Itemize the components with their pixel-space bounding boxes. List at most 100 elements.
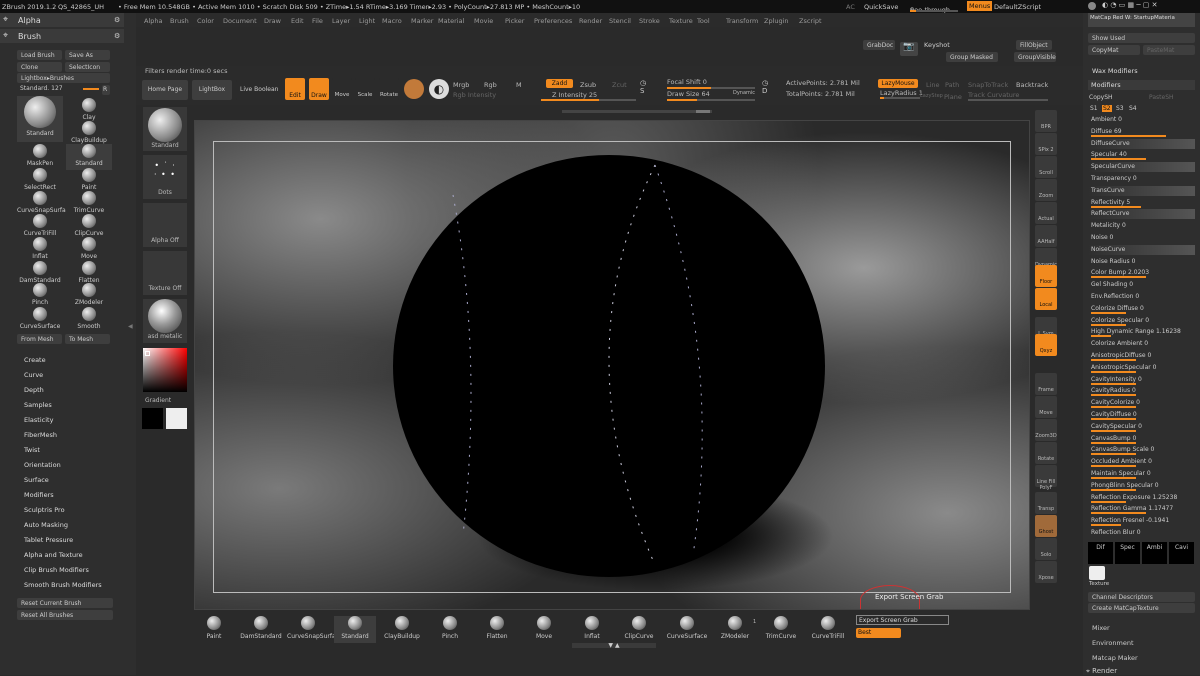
quick-brush-paint[interactable]: Paint [193,616,235,640]
texture-slot-spec[interactable]: Spec [1115,542,1140,564]
home-page-button[interactable]: Home Page [142,80,188,100]
rightbar-aahalf[interactable]: AAHalf [1035,225,1057,247]
menu-file[interactable]: File [312,17,323,25]
brush-slider[interactable] [83,88,99,90]
texture-thumbnail[interactable]: Texture Off [143,251,187,295]
modifier-row[interactable]: Colorize Ambient 0 [1088,339,1195,349]
material-thumbnail[interactable]: asd metalic [143,299,187,343]
r-button[interactable]: R [102,85,110,95]
brush-palette-header[interactable]: Brush [0,29,124,43]
submenu-smooth-brush-modifiers[interactable]: Smooth Brush Modifiers [24,581,102,589]
menu-stencil[interactable]: Stencil [609,17,631,25]
modifier-row[interactable]: CavityRadius 0 [1088,386,1195,397]
quick-brush-inflat[interactable]: Inflat [571,616,613,640]
menu-transform[interactable]: Transform [726,17,758,25]
modifier-row[interactable]: AnisotropicSpecular 0 [1088,363,1195,373]
menu-tool[interactable]: Tool [697,17,710,25]
pastesh-button[interactable]: PasteSH [1149,94,1174,101]
to-mesh-button[interactable]: To Mesh [65,334,110,344]
modifier-row[interactable]: High Dynamic Range 1.16238 [1088,327,1195,338]
menu-macro[interactable]: Macro [382,17,402,25]
modifier-row[interactable]: Env.Reflection 0 [1088,292,1195,302]
rgb-button[interactable]: Rgb [484,81,497,89]
modifier-row[interactable]: CavityIntensity 0 [1088,375,1195,385]
brush-pinch[interactable]: Pinch [17,283,63,309]
brush-zmodeler[interactable]: ZModeler [66,283,112,309]
lazyradius-track[interactable] [880,97,920,99]
quick-brush-curvesurface[interactable]: CurveSurface [666,616,708,640]
quick-brush-move[interactable]: Move [523,616,565,640]
save-as-button[interactable]: Save As [65,50,110,60]
quick-brush-trimcurve[interactable]: TrimCurve [760,616,802,640]
scale-mode-button[interactable]: Scale [355,78,375,100]
rightbar-frame[interactable]: Frame [1035,373,1057,395]
rightbar-zoom[interactable]: Zoom [1035,179,1057,201]
menu-brush[interactable]: Brush [170,17,189,25]
menu-draw[interactable]: Draw [264,17,281,25]
backtrack-button[interactable]: Backtrack [1016,81,1048,89]
pastemat-button[interactable]: PasteMat [1143,45,1195,55]
focal-shift-slider[interactable]: Focal Shift 0 [667,78,707,86]
rightbar-transp[interactable]: Transp [1035,492,1057,514]
modifier-row[interactable]: Noise 0 [1088,233,1195,243]
bottom-tray-handle[interactable]: ▼ ▲ [572,643,656,649]
quicksave-button[interactable]: QuickSave [864,3,898,11]
modifier-row[interactable]: Color Bump 2.0203 [1088,268,1195,279]
brush-curvesurface[interactable]: CurveSurface [17,307,63,333]
brush-pin-icon[interactable]: ⌖ [3,31,8,41]
menu-zscript[interactable]: Zscript [799,17,822,25]
show-used-button[interactable]: Show Used [1088,33,1195,43]
canvas-viewport[interactable]: Export Screen Grab [194,120,1030,610]
dynamic-button[interactable]: Dynamic [733,90,755,96]
modifier-row[interactable]: Reflection Gamma 1.17477 [1088,504,1195,515]
group-masked-button[interactable]: Group Masked [946,52,998,62]
menu-marker[interactable]: Marker [411,17,433,25]
quick-brush-zmodeler[interactable]: ZModeler [714,616,756,640]
alpha-thumbnail[interactable]: Alpha Off [143,203,187,247]
menu-edit[interactable]: Edit [291,17,304,25]
modifier-row[interactable]: Metalicity 0 [1088,221,1195,231]
matcap-maker-menu[interactable]: Matcap Maker [1092,654,1138,662]
submenu-fibermesh[interactable]: FiberMesh [24,431,57,439]
s-icon[interactable]: ◷ S [640,79,652,101]
menu-texture[interactable]: Texture [669,17,693,25]
modifier-row[interactable]: CanvasBump 0 [1088,434,1195,444]
keyshot-button[interactable]: Keyshot [924,41,950,49]
texture-slot-ambi[interactable]: Ambi [1142,542,1167,564]
draw-button[interactable]: Draw [309,78,329,100]
modifier-row[interactable]: ReflectCurve [1088,209,1195,220]
rightbar-bpr[interactable]: BPR [1035,110,1057,132]
fillobject-button[interactable]: FillObject [1016,40,1052,50]
shader-slot-s3[interactable]: S3 [1115,105,1125,112]
rightbar-ghost[interactable]: Ghost [1035,515,1057,537]
modifier-row[interactable]: Diffuse 69 [1088,127,1195,137]
grabdoc-button[interactable]: GrabDoc [863,40,895,50]
menu-render[interactable]: Render [579,17,602,25]
m-button[interactable]: M [516,81,522,89]
edit-button[interactable]: Edit [285,78,305,100]
submenu-clip-brush-modifiers[interactable]: Clip Brush Modifiers [24,566,89,574]
menu-color[interactable]: Color [197,17,214,25]
modifier-row[interactable]: SpecularCurve [1088,162,1195,173]
left-tray-handle[interactable]: ◀ [128,323,133,330]
quick-brush-flatten[interactable]: Flatten [476,616,518,640]
modifier-row[interactable]: PhongBlinn Specular 0 [1088,481,1195,491]
modifier-row[interactable]: Reflection Fresnel -0.1941 [1088,516,1195,527]
zadd-button[interactable]: Zadd [546,79,573,88]
rightbar-zoom3d[interactable]: Zoom3D [1035,419,1057,441]
z-intensity-track[interactable] [541,99,636,101]
submenu-surface[interactable]: Surface [24,476,49,484]
track-curvature-track[interactable] [968,99,1048,101]
material-sphere-icon[interactable] [404,79,424,99]
shader-slot-s1[interactable]: S1 [1089,105,1099,112]
modifier-row[interactable]: Occluded Ambient 0 [1088,457,1195,468]
quick-brush-curvetrifill[interactable]: CurveTriFill [807,616,849,640]
modifier-row[interactable]: Ambient 0 [1088,115,1195,125]
quality-dropdown[interactable]: Best [856,628,901,638]
group-visible-button[interactable]: GroupVisible [1014,52,1056,62]
rightbar-xpose[interactable]: Xpose [1035,561,1057,583]
track-curvature-slider[interactable]: Track Curvature [968,91,1019,99]
help-icon[interactable] [1088,2,1096,10]
submenu-twist[interactable]: Twist [24,446,40,454]
rightbar-solo[interactable]: Solo [1035,538,1057,560]
